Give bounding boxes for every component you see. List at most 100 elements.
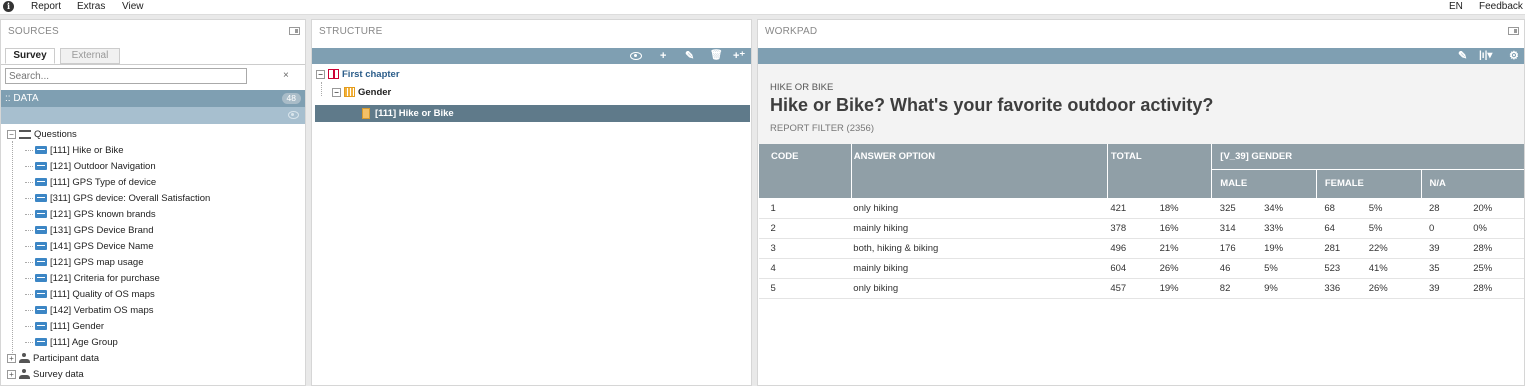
cell-code: 2 [758, 218, 852, 239]
table-row[interactable]: 3 both, hiking & biking 496 21% 176 19% 281 22%… [758, 238, 1524, 259]
list-item[interactable]: [121] Outdoor Navigation [25, 159, 156, 175]
structure-title: STRUCTURE [319, 26, 383, 37]
list-item[interactable]: [131] GPS Device Brand [25, 223, 154, 239]
tree-guide [321, 82, 322, 96]
cell-code: 3 [758, 238, 852, 259]
list-item[interactable]: [142] Verbatim OS maps [25, 303, 154, 319]
cell-female-pct: 41% [1368, 258, 1421, 279]
structure-panel: STRUCTURE + ✎ 🗑 +⁺ − First chapter − Gende… [311, 19, 752, 386]
question-icon [35, 194, 47, 203]
gender-label: Gender [358, 87, 392, 98]
menu-bar: i Report Extras View EN Feedback [0, 0, 1525, 15]
header-female: FEMALE [1315, 169, 1422, 199]
cell-female-pct: 22% [1368, 238, 1421, 259]
list-item[interactable]: [141] GPS Device Name [25, 239, 154, 255]
question-icon [35, 226, 47, 235]
cell-na-pct: 20% [1473, 198, 1524, 219]
cell-code: 1 [758, 198, 852, 219]
table-row[interactable]: 4 mainly biking 604 26% 46 5% 523 41% 35 25% [758, 258, 1524, 279]
expand-icon[interactable]: + [7, 369, 16, 379]
workpad-panel: WORKPAD ✎ |ı|▾ ⚙ HIKE OR BIKE Hike or Bi… [757, 19, 1525, 386]
list-item[interactable]: [311] GPS device: Overall Satisfaction [25, 191, 210, 207]
cell-na: 39 [1421, 278, 1474, 299]
feedback-link[interactable]: Feedback [1479, 1, 1523, 12]
cell-na-pct: 28% [1473, 238, 1524, 259]
collapse-icon[interactable]: − [316, 69, 325, 79]
tree-node-participant-data[interactable]: + Participant data [7, 351, 99, 367]
cell-female: 281 [1316, 238, 1369, 259]
table-row[interactable]: 2 mainly hiking 378 16% 314 33% 64 5% 0 0% [758, 218, 1524, 239]
cell-total-pct: 18% [1159, 198, 1212, 219]
list-item[interactable]: [121] GPS known brands [25, 207, 156, 223]
settings-icon[interactable]: ⚙ [1509, 50, 1519, 62]
cell-total-pct: 21% [1159, 238, 1212, 259]
cell-female-pct: 5% [1368, 218, 1421, 239]
report-filter[interactable]: REPORT FILTER (2356) [770, 123, 874, 134]
header-male: MALE [1211, 169, 1317, 199]
add-icon[interactable]: + [660, 50, 666, 62]
expand-icon[interactable]: + [7, 353, 16, 363]
tree-label: Questions [34, 129, 77, 140]
cell-female: 64 [1316, 218, 1369, 239]
tree-node-gender[interactable]: − Gender [332, 85, 391, 101]
collapse-panel-icon[interactable] [289, 27, 300, 35]
selected-item-label: [111] Hike or Bike [375, 108, 454, 119]
table-icon [344, 87, 355, 98]
collapse-icon[interactable]: − [7, 129, 16, 139]
cell-female: 336 [1316, 278, 1369, 299]
search-input[interactable] [5, 68, 247, 84]
cell-na-pct: 25% [1473, 258, 1524, 279]
list-item[interactable]: [111] GPS Type of device [25, 175, 156, 191]
cell-na-pct: 0% [1473, 218, 1524, 239]
language-switch[interactable]: EN [1449, 1, 1463, 12]
delete-icon[interactable]: 🗑 [710, 50, 723, 62]
tab-external[interactable]: External [60, 48, 120, 64]
list-item[interactable]: [111] Quality of OS maps [25, 287, 155, 303]
selected-tree-item[interactable]: [111] Hike or Bike [315, 105, 750, 122]
question-label: [121] GPS map usage [50, 257, 144, 268]
question-label: [111] Quality of OS maps [50, 289, 155, 300]
tree-node-chapter[interactable]: − First chapter [316, 67, 400, 83]
collapse-icon[interactable]: − [332, 87, 341, 97]
workpad-title: WORKPAD [765, 26, 818, 37]
edit-icon[interactable]: ✎ [685, 50, 694, 62]
menu-view[interactable]: View [122, 1, 144, 12]
chart-type-icon[interactable]: |ı|▾ [1479, 50, 1492, 62]
cell-code: 4 [758, 258, 852, 279]
report-table: CODE ANSWER OPTION TOTAL [V_39] GENDER M… [758, 144, 1524, 299]
table-row[interactable]: 5 only biking 457 19% 82 9% 336 26% 39 28% [758, 278, 1524, 299]
list-item[interactable]: [111] Gender [25, 319, 104, 335]
list-item[interactable]: [111] Hike or Bike [25, 143, 124, 159]
cell-answer: mainly hiking [851, 218, 1108, 239]
tree-label: Survey data [33, 369, 84, 380]
menu-extras[interactable]: Extras [77, 1, 105, 12]
cell-total: 604 [1107, 258, 1160, 279]
list-item[interactable]: [121] GPS map usage [25, 255, 143, 271]
question-label: [311] GPS device: Overall Satisfaction [50, 193, 211, 204]
clear-search-icon[interactable]: × [283, 70, 289, 81]
cell-na: 39 [1421, 238, 1474, 259]
eye-icon[interactable] [288, 111, 299, 119]
list-item[interactable]: [111] Age Group [25, 335, 118, 351]
question-icon [35, 290, 47, 299]
tree-node-questions[interactable]: − Questions [7, 127, 77, 143]
menu-report[interactable]: Report [31, 1, 61, 12]
add-subitem-icon[interactable]: +⁺ [733, 50, 745, 62]
question-icon [35, 306, 47, 315]
cell-male: 325 [1211, 198, 1265, 219]
cell-female-pct: 26% [1368, 278, 1421, 299]
cell-female: 68 [1316, 198, 1369, 219]
tree-node-survey-data[interactable]: + Survey data [7, 367, 84, 383]
eye-icon[interactable] [630, 52, 642, 60]
collapse-panel-icon[interactable] [1508, 27, 1519, 35]
data-header[interactable]: :: DATA 48 [1, 90, 305, 107]
info-icon[interactable]: i [3, 1, 14, 12]
cell-answer: both, hiking & biking [851, 238, 1108, 259]
tab-survey[interactable]: Survey [5, 48, 55, 64]
cell-male: 176 [1211, 238, 1265, 259]
table-row[interactable]: 1 only hiking 421 18% 325 34% 68 5% 28 20% [758, 198, 1524, 219]
edit-icon[interactable]: ✎ [1458, 50, 1467, 62]
question-icon [35, 146, 47, 155]
cell-male: 314 [1211, 218, 1265, 239]
list-item[interactable]: [121] Criteria for purchase [25, 271, 160, 287]
